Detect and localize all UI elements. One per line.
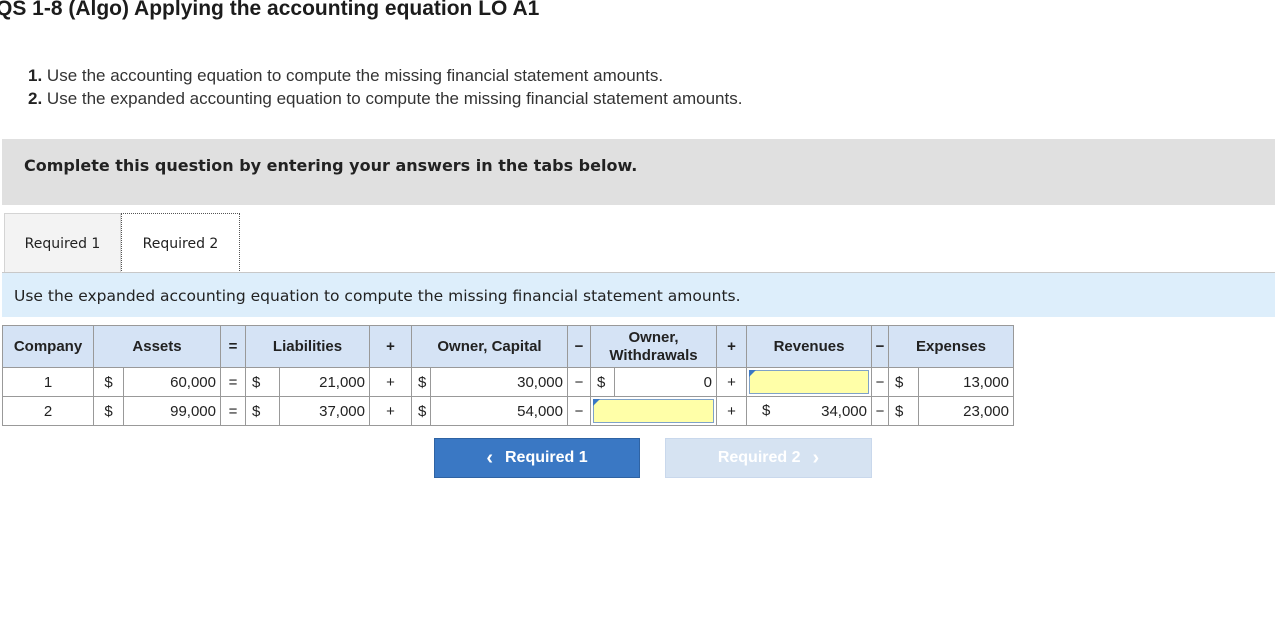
instruction-banner: Complete this question by entering your … [2,139,1275,205]
header-plus: + [716,325,747,368]
revenues-value: $ 34,000 [746,396,872,426]
table-row: 2 $ 99,000 = $ 37,000 + $ 54,000 − + $ 3… [2,396,1014,426]
equals-sign: = [220,367,246,397]
company-cell: 1 [2,367,94,397]
minus-sign: − [871,367,889,397]
previous-button-label: Required 1 [504,449,588,466]
header-minus: − [871,325,889,368]
owner-withdrawals-value: 0 [614,367,717,397]
expenses-value: 13,000 [918,367,1014,397]
company-cell: 2 [2,396,94,426]
plus-sign: + [716,396,747,426]
assets-value: 99,000 [123,396,221,426]
owner-withdrawals-input[interactable] [593,399,714,423]
header-revenues: Revenues [746,325,872,368]
header-owner-withdrawals: Owner, Withdrawals [590,325,717,368]
owner-capital-value: 30,000 [430,367,568,397]
header-owner-capital: Owner, Capital [411,325,568,368]
tab-required-2[interactable]: Required 2 [121,213,240,273]
header-liabilities: Liabilities [245,325,370,368]
chevron-left-icon: ‹ [486,447,493,469]
header-assets: Assets [93,325,221,368]
plus-sign: + [369,367,412,397]
minus-sign: − [567,367,591,397]
tab-instruction: Use the expanded accounting equation to … [2,273,1275,317]
currency-symbol: $ [411,396,431,426]
instructions: 1. Use the accounting equation to comput… [28,64,742,110]
liabilities-value: 21,000 [279,367,370,397]
next-button-label: Required 2 [717,449,801,466]
table-header-row: Company Assets = Liabilities + Owner, Ca… [2,325,1014,368]
expenses-value: 23,000 [918,396,1014,426]
currency-symbol: $ [93,396,124,426]
header-plus: + [369,325,412,368]
header-minus: − [567,325,591,368]
header-expenses: Expenses [888,325,1014,368]
currency-symbol: $ [411,367,431,397]
header-company: Company [2,325,94,368]
owner-capital-value: 54,000 [430,396,568,426]
plus-sign: + [369,396,412,426]
revenues-answer-cell [746,367,872,397]
previous-required-button[interactable]: ‹ Required 1 [434,438,640,478]
currency-symbol: $ [245,367,280,397]
tab-required-1[interactable]: Required 1 [4,213,121,273]
currency-symbol: $ [93,367,124,397]
equals-sign: = [220,396,246,426]
page-title: QS 1-8 (Algo) Applying the accounting eq… [0,0,540,20]
instruction-2: 2. Use the expanded accounting equation … [28,89,743,108]
table-row: 1 $ 60,000 = $ 21,000 + $ 30,000 − $ 0 +… [2,367,1014,397]
currency-symbol: $ [888,367,919,397]
liabilities-value: 37,000 [279,396,370,426]
instruction-1: 1. Use the accounting equation to comput… [28,66,664,85]
banner-text: Complete this question by entering your … [24,156,638,175]
currency-symbol: $ [888,396,919,426]
currency-symbol: $ [590,367,615,397]
minus-sign: − [871,396,889,426]
header-equals: = [220,325,246,368]
withdrawals-answer-cell [590,396,717,426]
currency-symbol: $ [245,396,280,426]
chevron-right-icon: › [812,447,820,469]
revenues-input[interactable] [749,370,869,394]
assets-value: 60,000 [123,367,221,397]
currency-symbol: $ [762,402,771,419]
plus-sign: + [716,367,747,397]
minus-sign: − [567,396,591,426]
expanded-equation-table: Company Assets = Liabilities + Owner, Ca… [2,325,1014,426]
next-required-button[interactable]: Required 2 › [665,438,872,478]
